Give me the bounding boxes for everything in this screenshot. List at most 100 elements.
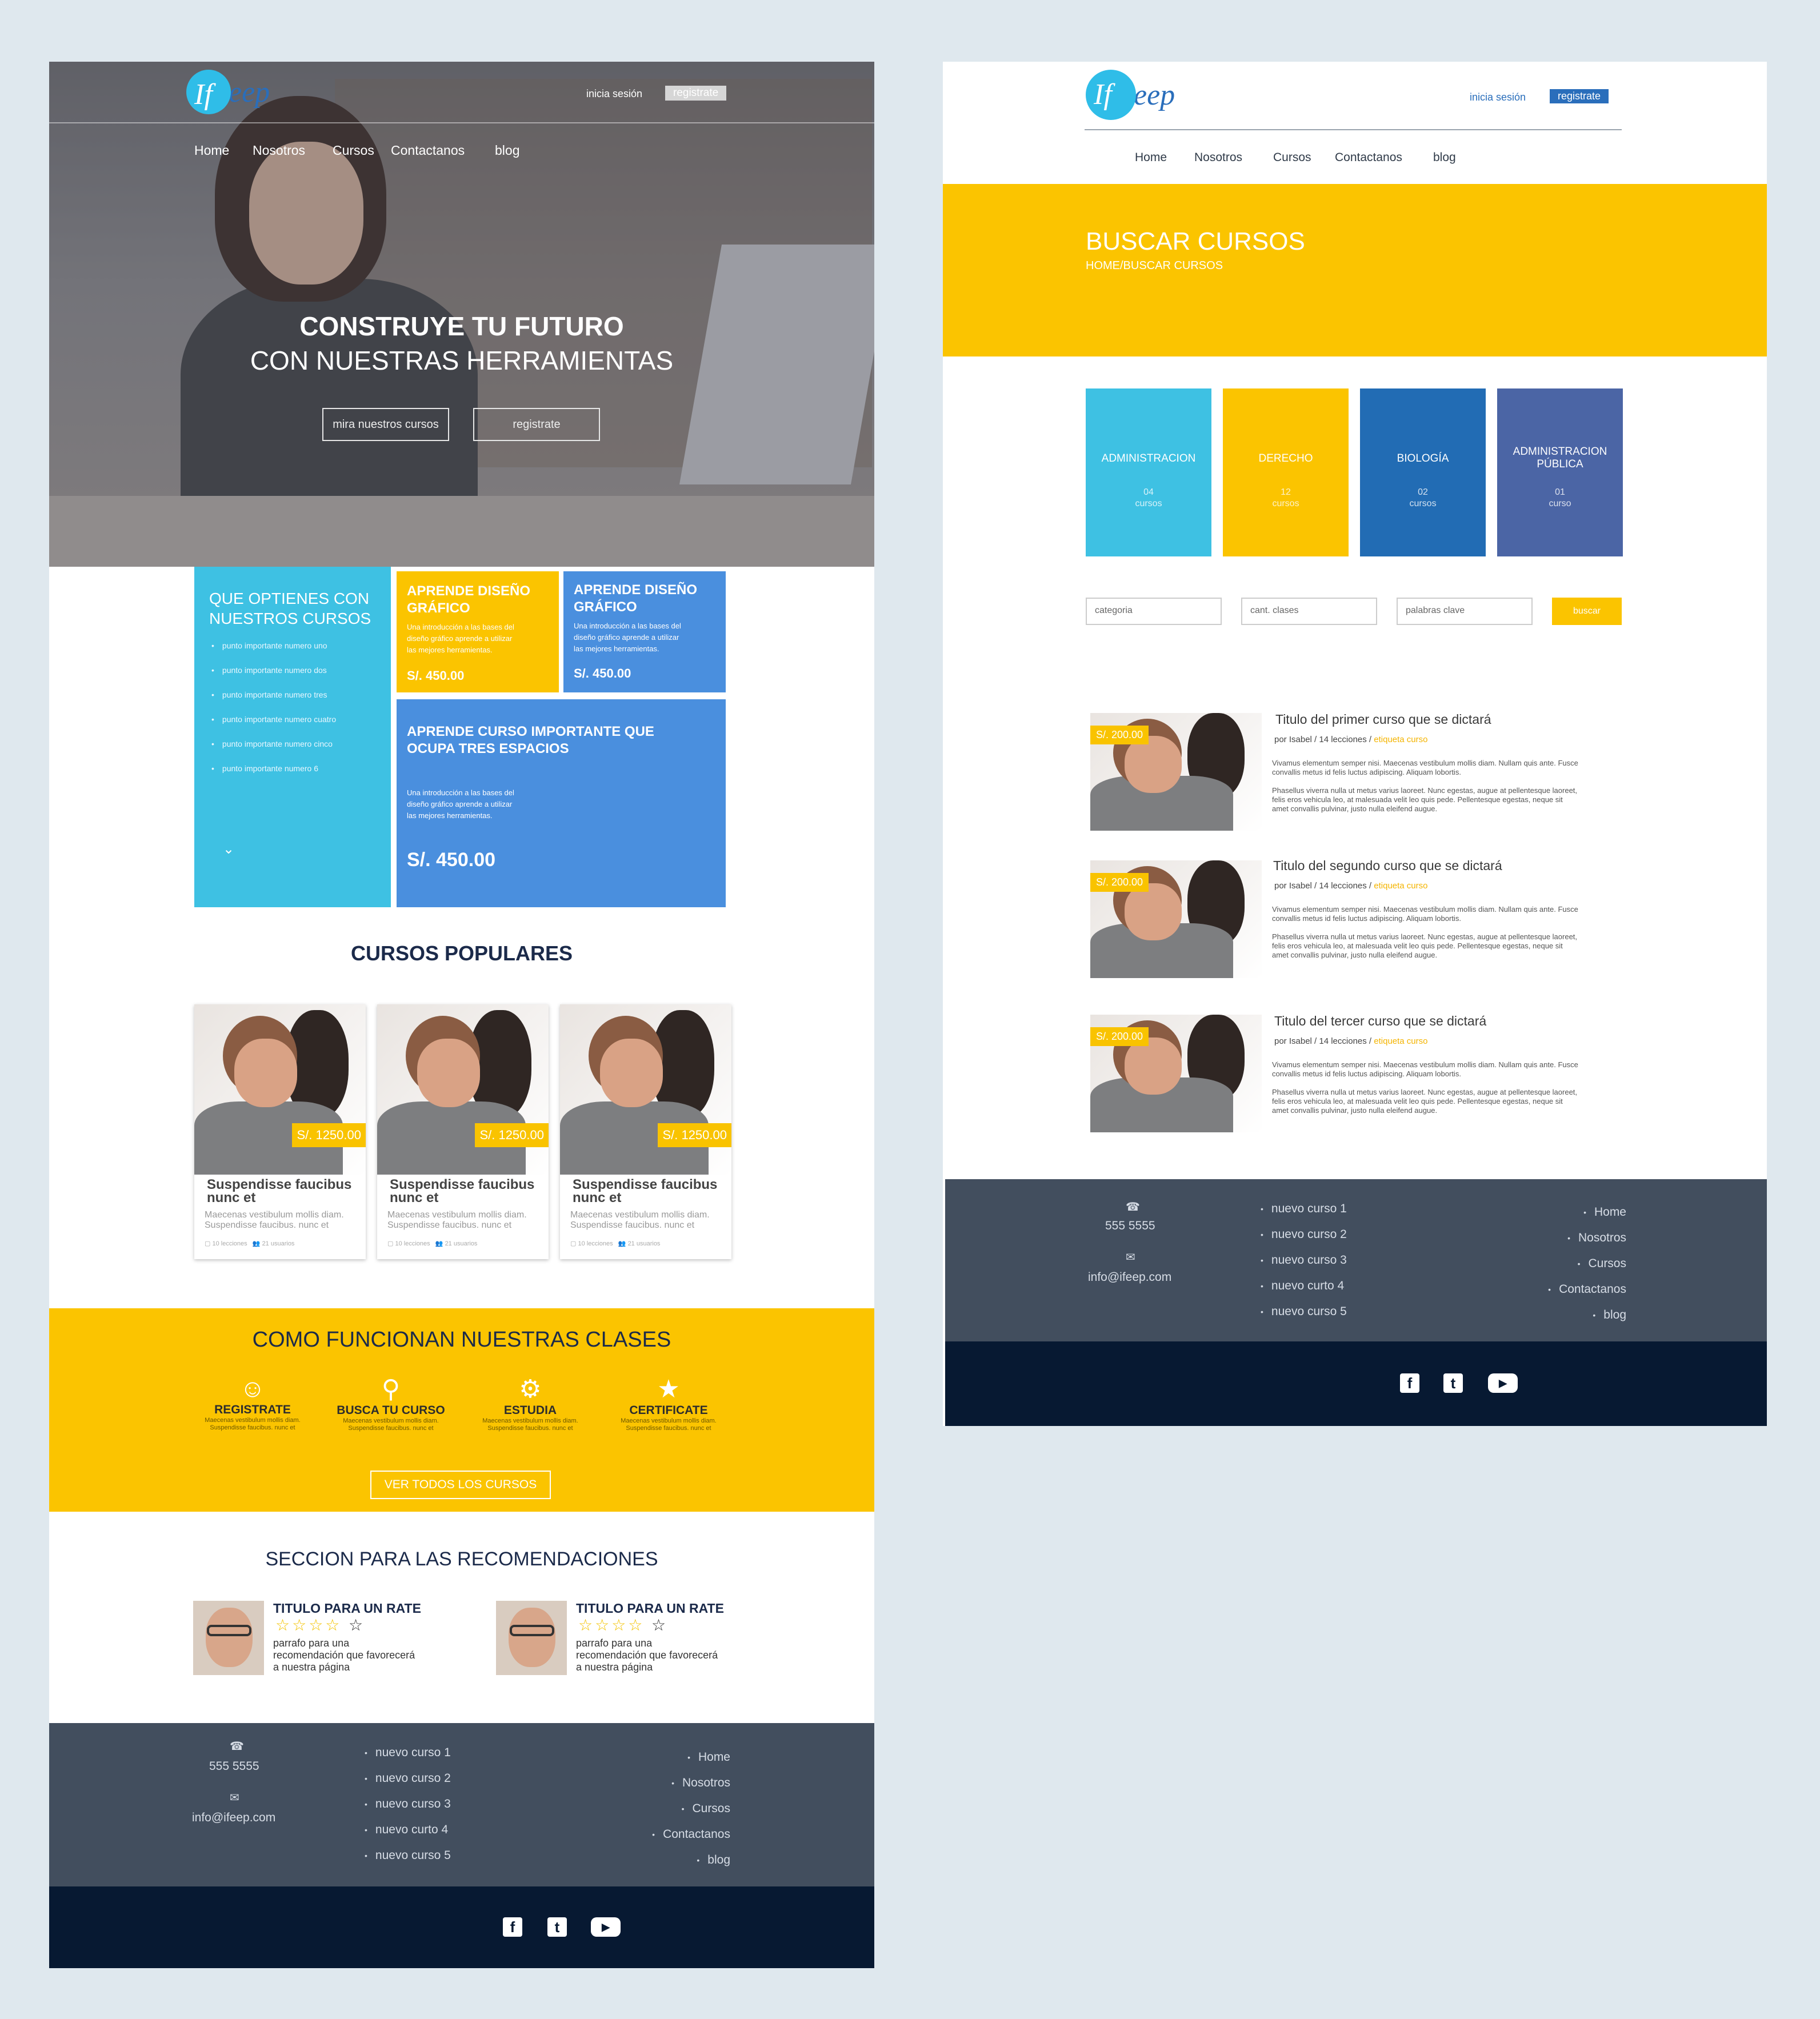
result-author: por Isabel / 14 lecciones / bbox=[1274, 1036, 1374, 1046]
avatar-glasses bbox=[510, 1625, 554, 1636]
footer-course-link[interactable]: nuevo curso 5 bbox=[1261, 1305, 1347, 1331]
result-title[interactable]: Titulo del primer curso que se dictará bbox=[1275, 712, 1491, 727]
course-description: Maecenas vestibulum mollis diam. Suspend… bbox=[205, 1210, 344, 1230]
star-rating[interactable]: ☆☆☆☆ bbox=[578, 1616, 645, 1635]
facebook-icon[interactable]: f bbox=[503, 1917, 522, 1937]
star-rating[interactable]: ☆☆☆☆ bbox=[275, 1616, 342, 1635]
star-empty-icon[interactable]: ☆ bbox=[349, 1616, 365, 1635]
photo-man-face bbox=[1125, 883, 1182, 940]
result-text: Phasellus viverra nulla ut metus varius … bbox=[1272, 1088, 1578, 1115]
footer-link-cursos[interactable]: Cursos bbox=[652, 1802, 730, 1828]
footer-email[interactable]: info@ifeep.com bbox=[1088, 1271, 1171, 1284]
logo[interactable]: If eep bbox=[1086, 70, 1175, 120]
search-button[interactable]: buscar bbox=[1552, 598, 1622, 625]
category-tile[interactable]: DERECHO 12 cursos bbox=[1223, 388, 1349, 556]
footer-course-link[interactable]: nuevo curto 4 bbox=[1261, 1279, 1347, 1305]
footer-link-blog[interactable]: blog bbox=[652, 1853, 730, 1879]
nav-home[interactable]: Home bbox=[1135, 151, 1167, 165]
page-title: BUSCAR CURSOS bbox=[1086, 227, 1305, 255]
course-card[interactable]: S/. 1250.00 Suspendisse faucibus nunc et… bbox=[560, 1004, 731, 1259]
rate-title: TITULO PARA UN RATE bbox=[273, 1601, 421, 1616]
logo-text-right: eep bbox=[229, 75, 270, 109]
keywords-input[interactable]: palabras clave bbox=[1397, 598, 1533, 625]
footer-link-contactanos[interactable]: Contactanos bbox=[1548, 1283, 1626, 1308]
category-name: ADMINISTRACION PÚBLICA bbox=[1513, 446, 1607, 470]
result-tag[interactable]: etiqueta curso bbox=[1374, 735, 1427, 744]
footer-phone[interactable]: 555 5555 bbox=[1105, 1219, 1155, 1233]
category-count: 01 curso bbox=[1497, 487, 1623, 510]
nav-contactanos[interactable]: Contactanos bbox=[391, 143, 465, 158]
register-button[interactable]: registrate bbox=[665, 86, 727, 101]
result-author: por Isabel / 14 lecciones / bbox=[1274, 735, 1374, 744]
benefit-item: punto importante numero cinco bbox=[211, 739, 336, 764]
twitter-icon[interactable]: t bbox=[547, 1917, 567, 1937]
footer-link-home[interactable]: Home bbox=[1548, 1205, 1626, 1231]
footer-link-blog[interactable]: blog bbox=[1548, 1308, 1626, 1334]
footer-link-contactanos[interactable]: Contactanos bbox=[652, 1828, 730, 1853]
youtube-icon[interactable]: ▶ bbox=[1488, 1373, 1518, 1393]
course-users: 21 usuarios bbox=[445, 1240, 478, 1247]
nav-home[interactable]: Home bbox=[194, 143, 229, 158]
footer-email[interactable]: info@ifeep.com bbox=[192, 1811, 275, 1825]
footer-course-link[interactable]: nuevo curso 5 bbox=[365, 1849, 451, 1874]
category-tile[interactable]: ADMINISTRACION PÚBLICA 01 curso bbox=[1497, 388, 1623, 556]
benefit-item: punto importante numero 6 bbox=[211, 764, 336, 788]
footer-link-cursos[interactable]: Cursos bbox=[1548, 1257, 1626, 1283]
footer-course-link[interactable]: nuevo curso 1 bbox=[365, 1746, 451, 1772]
login-link[interactable]: inicia sesión bbox=[586, 88, 642, 100]
footer-course-link[interactable]: nuevo curso 2 bbox=[1261, 1228, 1347, 1253]
nav-nosotros[interactable]: Nosotros bbox=[1194, 151, 1242, 165]
nav-blog[interactable]: blog bbox=[495, 143, 519, 158]
logo-text-left: If bbox=[194, 78, 213, 111]
footer-phone[interactable]: 555 5555 bbox=[209, 1760, 259, 1773]
result-tag[interactable]: etiqueta curso bbox=[1374, 1036, 1427, 1046]
all-courses-button[interactable]: VER TODOS LOS CURSOS bbox=[370, 1471, 551, 1499]
login-link[interactable]: inicia sesión bbox=[1470, 91, 1526, 103]
classes-count-select[interactable]: cant. clases bbox=[1241, 598, 1377, 625]
result-title[interactable]: Titulo del tercer curso que se dictará bbox=[1274, 1013, 1486, 1029]
offer-card[interactable]: APRENDE DISEÑO GRÁFICO Una introducción … bbox=[397, 571, 559, 692]
footer-course-link[interactable]: nuevo curso 2 bbox=[365, 1772, 451, 1797]
offer-card-wide[interactable]: APRENDE CURSO IMPORTANTE QUE OCUPA TRES … bbox=[397, 699, 726, 907]
twitter-icon[interactable]: t bbox=[1443, 1373, 1463, 1393]
step-title: CERTIFICATE bbox=[629, 1404, 708, 1417]
footer-course-link[interactable]: nuevo curso 3 bbox=[365, 1797, 451, 1823]
youtube-icon[interactable]: ▶ bbox=[591, 1917, 621, 1937]
category-tile[interactable]: ADMINISTRACION 04 cursos bbox=[1086, 388, 1211, 556]
footer-course-link[interactable]: nuevo curso 1 bbox=[1261, 1202, 1347, 1228]
category-tile[interactable]: BIOLOGÍA 02 cursos bbox=[1360, 388, 1486, 556]
result-tag[interactable]: etiqueta curso bbox=[1374, 881, 1427, 891]
facebook-icon[interactable]: f bbox=[1400, 1373, 1419, 1393]
hero-register-button[interactable]: registrate bbox=[473, 408, 600, 441]
gear-icon: ⚙ bbox=[519, 1375, 542, 1403]
nav-contactanos[interactable]: Contactanos bbox=[1335, 151, 1402, 165]
nav-cursos[interactable]: Cursos bbox=[333, 143, 374, 158]
star-empty-icon[interactable]: ☆ bbox=[651, 1616, 668, 1635]
photo-man-face bbox=[234, 1039, 297, 1107]
logo[interactable]: If eep bbox=[186, 70, 270, 114]
footer-link-nosotros[interactable]: Nosotros bbox=[652, 1776, 730, 1802]
nav-blog[interactable]: blog bbox=[1433, 151, 1456, 165]
chevron-down-icon[interactable]: ⌄ bbox=[223, 841, 234, 858]
category-count-number: 12 bbox=[1281, 487, 1291, 497]
result-title[interactable]: Titulo del segundo curso que se dictará bbox=[1273, 858, 1502, 874]
footer-course-link[interactable]: nuevo curto 4 bbox=[365, 1823, 451, 1849]
see-courses-button[interactable]: mira nuestros cursos bbox=[322, 408, 449, 441]
footer-course-link[interactable]: nuevo curso 3 bbox=[1261, 1253, 1347, 1279]
category-count: 02 cursos bbox=[1360, 487, 1486, 510]
footer-link-home[interactable]: Home bbox=[652, 1750, 730, 1776]
avatar bbox=[193, 1601, 264, 1675]
course-card[interactable]: S/. 1250.00 Suspendisse faucibus nunc et… bbox=[194, 1004, 366, 1259]
nav-nosotros[interactable]: Nosotros bbox=[253, 143, 305, 158]
result-text: Vivamus elementum semper nisi. Maecenas … bbox=[1272, 759, 1578, 776]
offer-card[interactable]: APRENDE DISEÑO GRÁFICO Una introducción … bbox=[563, 571, 726, 692]
step-title: REGISTRATE bbox=[214, 1403, 291, 1416]
nav-cursos[interactable]: Cursos bbox=[1273, 151, 1311, 165]
category-select[interactable]: categoria bbox=[1086, 598, 1222, 625]
register-button[interactable]: registrate bbox=[1550, 89, 1609, 103]
offer-title: APRENDE DISEÑO GRÁFICO bbox=[407, 583, 531, 616]
course-card[interactable]: S/. 1250.00 Suspendisse faucibus nunc et… bbox=[377, 1004, 549, 1259]
breadcrumb[interactable]: HOME/BUSCAR CURSOS bbox=[1086, 259, 1223, 273]
footer-link-nosotros[interactable]: Nosotros bbox=[1548, 1231, 1626, 1257]
step-description: Maecenas vestibulum mollis diam. Suspend… bbox=[621, 1417, 717, 1432]
